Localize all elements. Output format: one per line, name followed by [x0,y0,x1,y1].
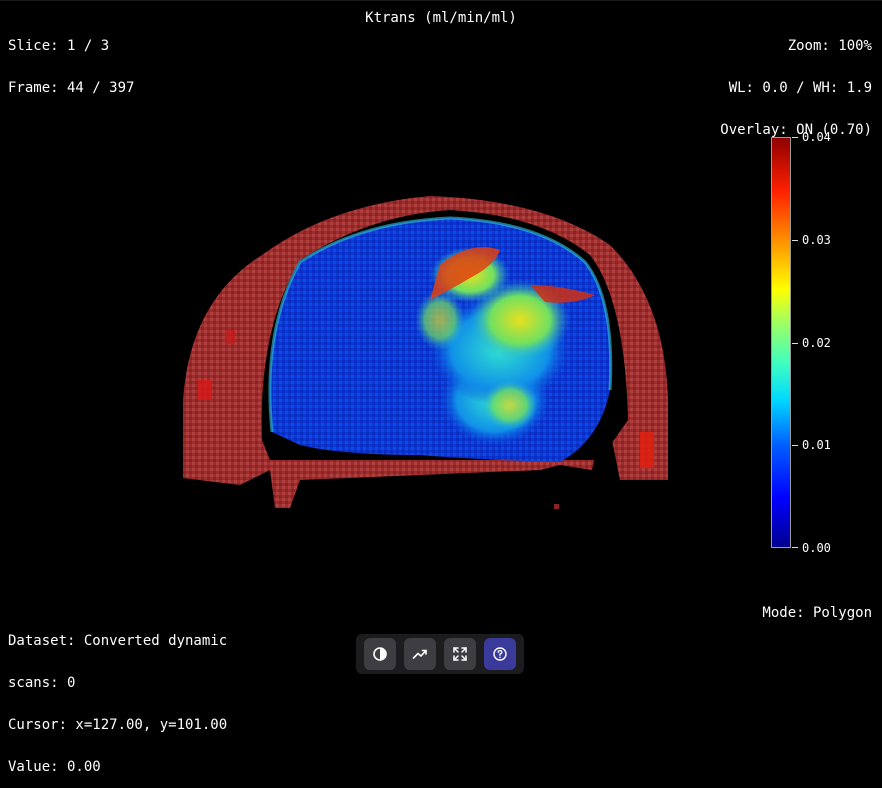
colorbar-tick [792,547,798,548]
fullscreen-button[interactable] [444,638,476,670]
help-circle-icon [493,647,507,661]
overlay-indicator: Overlay: ON (0.70) [720,122,872,138]
trend-line-icon [412,649,427,659]
colorbar-tick-label: 0.04 [802,130,831,144]
dataset-name: Dataset: Converted dynamic [8,633,228,649]
dataset-info: Dataset: Converted dynamic scans: 0 Curs… [8,606,227,788]
pixel-value: Value: 0.00 [8,759,101,775]
slice-indicator: Slice: 1 / 3 [8,38,110,54]
contrast-button[interactable] [364,638,396,670]
view-settings-info: Zoom: 100% WL: 0.0 / WH: 1.9 Overlay: ON… [720,11,872,151]
window-level-indicator: WL: 0.0 / WH: 1.9 [728,80,872,96]
cursor-position: Cursor: x=127.00, y=101.00 [8,717,228,733]
colorbar-tick-label: 0.01 [802,438,831,452]
timecurve-button[interactable] [404,638,436,670]
colorbar-tick [792,137,798,138]
zoom-indicator: Zoom: 100% [787,38,872,54]
colorbar-tick [792,343,798,344]
mode-indicator: Mode: Polygon [762,605,872,621]
colorbar-tick-label: 0.02 [802,336,831,350]
colorbar-tick [792,240,798,241]
colorbar-tick-label: 0.00 [802,541,831,555]
expand-icon [453,647,467,661]
colorbar-gradient [771,137,791,548]
colorbar-tick-label: 0.03 [802,233,831,247]
slice-frame-info: Slice: 1 / 3 Frame: 44 / 397 [8,11,134,109]
help-button[interactable] [484,638,516,670]
colorbar-tick [792,445,798,446]
viewer-toolbar [356,634,524,674]
contrast-icon [373,647,387,661]
dataset-scans: scans: 0 [8,675,76,691]
frame-indicator: Frame: 44 / 397 [8,80,135,96]
